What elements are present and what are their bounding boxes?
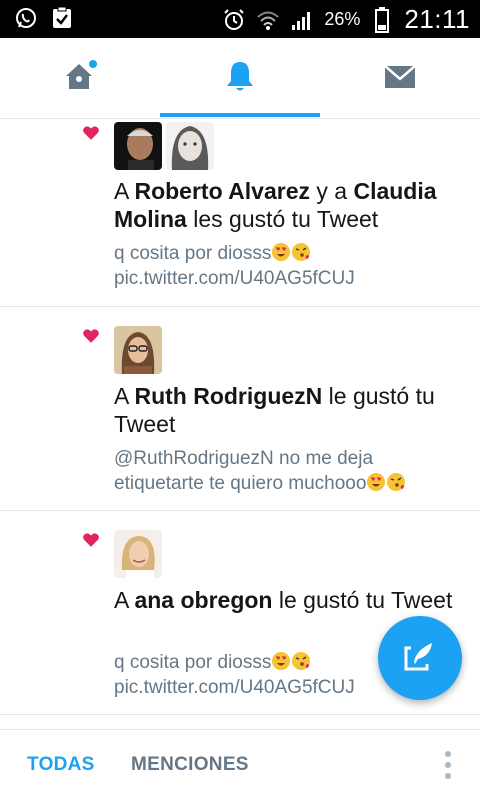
overflow-menu-icon[interactable] (444, 750, 452, 780)
envelope-icon (383, 62, 417, 95)
avatar[interactable] (166, 122, 214, 170)
title-prefix: A (114, 178, 135, 204)
tab-mentions[interactable]: MENCIONES (131, 754, 249, 776)
avatar-group (114, 326, 162, 374)
bell-icon (223, 58, 257, 99)
title-prefix: A (114, 383, 135, 409)
heart-eyes-emoji-icon (272, 243, 291, 261)
clock: 21:11 (404, 4, 470, 34)
tab-all[interactable]: TODAS (27, 754, 95, 776)
tweet-snippet[interactable]: q cosita por diosss pic.twitter.com/U40A… (114, 241, 464, 291)
list-item[interactable]: A Ruth RodriguezN le gustó tu Tweet @Rut… (0, 307, 480, 511)
compose-tweet-button[interactable] (378, 616, 462, 700)
title-connector: y a (310, 178, 354, 204)
battery-percent: 26% (324, 9, 361, 29)
title-prefix: A (114, 587, 135, 613)
heart-eyes-emoji-icon (367, 473, 386, 491)
tab-notifications[interactable] (160, 38, 320, 118)
notification-title: A Roberto Alvarez y a Claudia Molina les… (114, 177, 464, 233)
home-icon (62, 58, 98, 99)
active-tab-indicator (160, 113, 320, 117)
tweet-text: @RuthRodriguezN no me deja (114, 448, 374, 469)
tweet-text: etiquetarte te quiero muchooo (114, 473, 367, 494)
heart-eyes-emoji-icon (272, 652, 291, 670)
clipboard-check-icon (50, 6, 74, 30)
notification-title: A ana obregon le gustó tu Tweet (114, 586, 464, 614)
avatar[interactable] (114, 530, 162, 578)
list-item[interactable]: A Roberto Alvarez y a Claudia Molina les… (0, 119, 480, 307)
tab-messages[interactable] (320, 38, 480, 118)
tab-home[interactable] (0, 38, 160, 118)
tweet-link[interactable]: pic.twitter.com/U40AG5fCUJ (114, 677, 355, 698)
tweet-link[interactable]: pic.twitter.com/U40AG5fCUJ (114, 268, 355, 289)
whatsapp-icon (14, 6, 38, 30)
tweet-snippet[interactable]: @RuthRodriguezN no me deja etiquetarte te… (114, 446, 464, 496)
tweet-text: q cosita por diosss (114, 652, 272, 673)
avatar-group (114, 122, 214, 170)
kiss-emoji-icon (292, 243, 311, 261)
avatar-group (114, 530, 162, 578)
title-suffix: les gustó tu Tweet (186, 206, 379, 232)
avatar[interactable] (114, 122, 162, 170)
alarm-icon (222, 8, 246, 32)
status-bar: 26% 21:11 (0, 0, 480, 38)
user-name-link[interactable]: Roberto Alvarez (134, 178, 310, 204)
signal-icon (290, 8, 314, 32)
kiss-emoji-icon (292, 652, 311, 670)
notification-title: A Ruth RodriguezN le gustó tu Tweet (114, 382, 464, 438)
battery-icon (370, 6, 394, 33)
user-name-link[interactable]: ana obregon (134, 587, 272, 613)
heart-icon (82, 124, 100, 142)
user-name-link[interactable]: Ruth RodriguezN (134, 383, 322, 409)
heart-icon (82, 327, 100, 345)
wifi-icon (256, 8, 280, 32)
title-suffix: le gustó tu Tweet (272, 587, 453, 613)
tweet-text: q cosita por diosss (114, 243, 272, 264)
compose-tweet-icon (402, 638, 438, 679)
kiss-emoji-icon (387, 473, 406, 491)
heart-icon (82, 531, 100, 549)
bottom-filter-bar: TODAS MENCIONES (0, 729, 480, 801)
top-nav (0, 38, 480, 119)
avatar[interactable] (114, 326, 162, 374)
